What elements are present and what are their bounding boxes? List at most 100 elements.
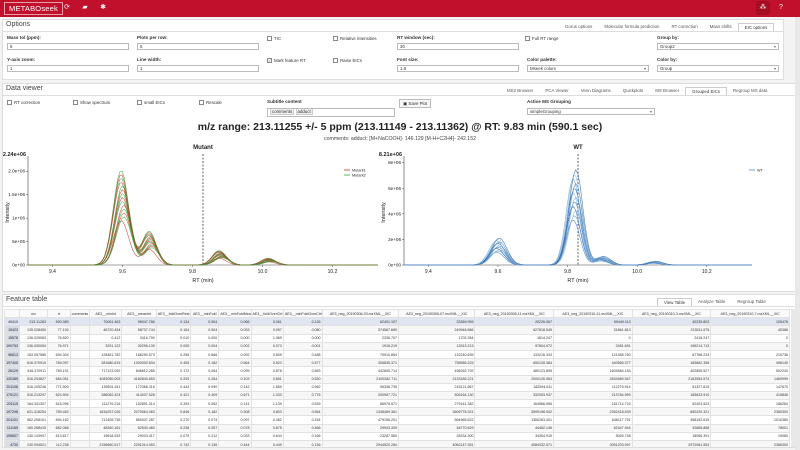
table-cell[interactable]: 0.803 <box>250 407 284 417</box>
table-cell[interactable]: 77.192 <box>47 325 71 335</box>
table-cell[interactable]: 694.162 <box>47 415 71 425</box>
tab-regroup-ms-data[interactable]: Regroup MS data <box>727 87 773 95</box>
table-cell[interactable]: 0.097 <box>250 325 284 335</box>
table-cell[interactable]: 0.444 <box>155 382 192 392</box>
table-cell[interactable]: 0.504 <box>190 317 220 327</box>
full-rt-range-checkbox[interactable]: Full RT range <box>525 36 558 41</box>
table-cell[interactable]: 0.577 <box>282 358 323 368</box>
tab-rt-correction[interactable]: RT correction <box>666 23 704 31</box>
table-cell[interactable]: 789.463 <box>47 407 71 417</box>
column-header[interactable]: AE3__foldOverCtrl <box>250 308 284 319</box>
refresh-icon[interactable]: ⟳ <box>62 3 72 13</box>
table-cell[interactable]: 0.064 <box>190 366 220 376</box>
table-cell[interactable]: 0 <box>710 341 790 351</box>
table-cell[interactable]: 0.488 <box>282 349 323 360</box>
column-header[interactable]: AE3_neg_20190306-07.mzXML__XIC <box>398 308 476 319</box>
table-cell[interactable]: 0 <box>553 333 633 343</box>
table-cell[interactable]: 210736 <box>710 349 790 360</box>
table-cell[interactable]: 0.256 <box>155 349 192 360</box>
table-cell[interactable]: 0.666 <box>190 349 220 360</box>
table-cell[interactable]: 201101 <box>3 415 21 425</box>
mass-tol-input[interactable]: 5 <box>7 43 129 50</box>
table-cell[interactable]: 755585.225 <box>398 358 476 368</box>
table-cell[interactable] <box>69 333 91 343</box>
table-cell[interactable] <box>69 358 91 368</box>
table-cell[interactable]: 197405 <box>3 358 21 368</box>
ms-grouping-select[interactable]: simpleGrouping <box>527 108 655 115</box>
table-cell[interactable]: 0.166 <box>282 431 323 442</box>
table-cell[interactable]: 2156660.517 <box>89 439 123 447</box>
table-cell[interactable]: 1702.284 <box>398 333 476 343</box>
table-cell[interactable]: 159531.611 <box>89 382 123 392</box>
table-cell[interactable] <box>69 399 91 409</box>
table-cell[interactable]: 86975.571 <box>321 399 400 409</box>
tic-checkbox[interactable]: TIC <box>267 36 281 41</box>
table-cell[interactable] <box>69 317 91 327</box>
table-cell[interactable]: 200957.721 <box>321 390 400 401</box>
table-cell[interactable]: 516.213297 <box>19 390 49 401</box>
table-cell[interactable]: 175121 <box>3 390 21 401</box>
rt-window-input[interactable]: 30 <box>397 43 519 50</box>
table-cell[interactable]: 306835.371 <box>321 358 400 368</box>
table-cell[interactable]: 0.002 <box>218 341 252 351</box>
table-row[interactable]: 111169 160.268415 682.068 48260.161 62540.46… <box>3 423 790 433</box>
table-cell[interactable]: 0.154 <box>282 415 323 425</box>
table-cell[interactable]: 0.962 <box>282 382 323 392</box>
column-header[interactable]: AE3__minFoldOverCtrl <box>282 308 323 319</box>
table-cell[interactable]: 199753 <box>3 341 21 351</box>
table-row[interactable]: 96813 153.057585 694.304 128461.782 166290.5… <box>3 349 790 360</box>
table-cell[interactable]: 0.078 <box>218 423 252 433</box>
table-cell[interactable]: 1604584.154 <box>553 366 633 376</box>
table-cell[interactable]: 0.099 <box>218 366 252 376</box>
table-cell[interactable]: 650128.384 <box>474 358 555 368</box>
column-header[interactable]: AE3__minFold <box>190 308 220 319</box>
table-cell[interactable]: 502240 <box>710 366 790 376</box>
save-plot-button[interactable]: ▣ Save Plot <box>399 99 432 108</box>
table-cell[interactable]: 717123.092 <box>89 366 123 376</box>
table-cell[interactable]: 0.073 <box>250 341 284 351</box>
table-cell[interactable]: 201115 <box>3 399 21 409</box>
table-cell[interactable]: 111276.216 <box>89 399 123 409</box>
column-header[interactable]: AE3__minFoldMean <box>218 308 252 319</box>
table-cell[interactable]: 166290.573 <box>121 349 157 360</box>
table-cell[interactable]: 34364.915 <box>474 431 555 442</box>
tab-regroup-table[interactable]: Regroup Table <box>731 298 771 306</box>
table-cell[interactable]: 213784.959 <box>553 390 633 401</box>
table-cell[interactable]: 215121.667 <box>398 382 476 392</box>
tab-ms2-browser[interactable]: MS2 Browser <box>501 87 539 95</box>
color-by-select[interactable]: Group <box>657 65 779 72</box>
rt-correction-checkbox[interactable]: RT correction <box>7 100 40 105</box>
column-header[interactable]: AE3_neg_20190310-11.mzXML__XIC <box>553 308 633 319</box>
table-cell[interactable]: 0.809 <box>250 349 284 360</box>
table-cell[interactable]: 161714.724 <box>553 399 633 409</box>
table-cell[interactable]: 0.449 <box>250 439 284 447</box>
table-cell[interactable]: 2000126.963 <box>474 374 555 384</box>
column-header[interactable]: AE3_neg_20190306-03.mzXML__XIC <box>321 308 400 319</box>
table-cell[interactable]: 0.066 <box>218 317 252 327</box>
table-cell[interactable]: 96813 <box>3 349 21 360</box>
table-cell[interactable]: 97604.972 <box>474 341 555 351</box>
checkbox-box[interactable] <box>199 100 204 105</box>
table-cell[interactable]: 0.000 <box>190 333 220 343</box>
checkbox-box[interactable] <box>333 36 338 41</box>
table-cell[interactable]: 153.057585 <box>19 349 49 360</box>
table-cell[interactable]: 771.909 <box>47 382 71 392</box>
table-cell[interactable]: 3609778.321 <box>398 407 476 417</box>
table-cell[interactable]: 0.172 <box>155 366 192 376</box>
table-row[interactable]: 26129 616.370911 789.191 717123.092 846612.2… <box>3 366 790 376</box>
table-cell[interactable]: 0.103 <box>218 374 252 384</box>
plots-per-row-input[interactable]: 5 <box>137 43 259 50</box>
checkbox-box[interactable] <box>525 36 530 41</box>
table-cell[interactable]: 332053.937 <box>474 390 555 401</box>
table-cell[interactable]: 112275.914 <box>553 382 633 392</box>
table-cell[interactable]: 2386300 <box>710 439 790 447</box>
table-row[interactable]: 4730 130.094521 112.238 2156660.517 2291014.… <box>3 439 790 447</box>
app-brand[interactable]: METABOseek <box>4 2 63 15</box>
table-cell[interactable]: 23287.560 <box>321 431 400 442</box>
checkbox-box[interactable] <box>7 100 12 105</box>
table-cell[interactable]: 846612.285 <box>121 366 157 376</box>
table-cell[interactable]: 2291014.053 <box>121 439 157 447</box>
page-scrollbar[interactable] <box>795 17 800 450</box>
table-cell[interactable]: 646117.751 <box>553 415 633 425</box>
table-cell[interactable]: 48260.161 <box>89 423 123 433</box>
